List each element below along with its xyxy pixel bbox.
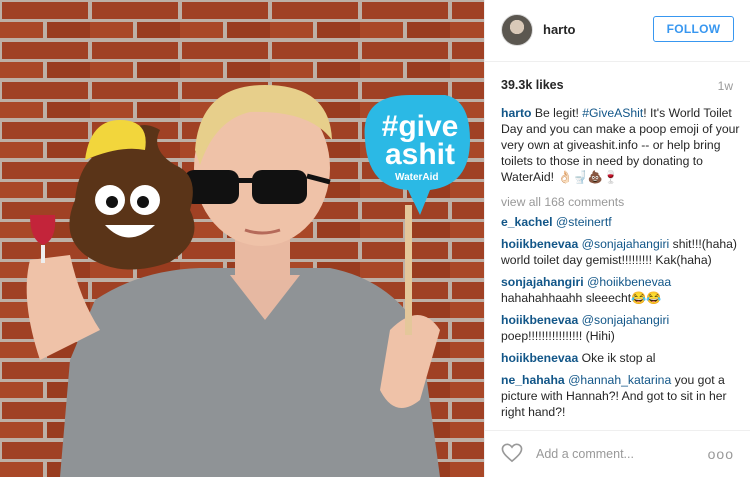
comment-text: poep!!!!!!!!!!!!!!!! (Hihi)	[501, 329, 615, 343]
post-time[interactable]: 1w	[718, 79, 733, 93]
comment-username[interactable]: e_kachel	[501, 215, 553, 229]
add-comment-input[interactable]: Add a comment...	[536, 447, 634, 461]
post-photo[interactable]: #give ashit WaterAid	[0, 0, 484, 477]
comment-username[interactable]: ne_hahaha	[501, 373, 565, 387]
comment-text: hahahahhaahh sleeecht😂😂	[501, 291, 662, 305]
comment-mention[interactable]: @sonjajahangiri	[582, 313, 670, 327]
sign-line-1: #give	[381, 110, 459, 143]
instagram-post: #give ashit WaterAid harto FOLLOW 39.3k …	[0, 0, 750, 477]
comment-row: e_kachel @steinertf	[501, 214, 741, 230]
comment-username[interactable]: hoiikbenevaa	[501, 313, 578, 327]
comment-mention[interactable]: @steinertf	[556, 215, 612, 229]
wateraid-logo: WaterAid	[395, 172, 439, 183]
comment-row: sonjajahangiri @hoiikbenevaa hahahahhaah…	[501, 274, 741, 306]
comment-mention[interactable]: @sonjajahangiri	[582, 237, 670, 251]
post-header: harto FOLLOW	[485, 0, 750, 62]
photo-illustration	[0, 0, 484, 477]
heart-icon[interactable]	[501, 443, 523, 463]
avatar-icon[interactable]	[501, 14, 533, 46]
comment-row: ne_hahaha @hannah_katarina you got a pic…	[501, 372, 741, 420]
post-sidebar: harto FOLLOW 39.3k likes 1w harto Be leg…	[484, 0, 750, 477]
sign-text: #give ashit	[369, 110, 471, 171]
view-all-comments-link[interactable]: view all 168 comments	[501, 194, 741, 210]
comment-row: hoiikbenevaa Oke ik stop al	[501, 350, 741, 366]
comments-list: harto Be legit! #GiveAShit! It's World T…	[501, 105, 741, 427]
sign-line-2: ashit	[384, 138, 456, 171]
caption: harto Be legit! #GiveAShit! It's World T…	[501, 105, 741, 185]
caption-username[interactable]: harto	[501, 106, 531, 120]
caption-text-1: Be legit!	[531, 106, 583, 120]
more-options-icon[interactable]: ooo	[708, 446, 734, 462]
comment-container: e_kachel @steinertf hoiikbenevaa @sonjaja…	[501, 214, 741, 427]
post-footer: Add a comment... ooo	[485, 430, 750, 477]
comment-text: Oke ik stop al	[578, 351, 656, 365]
author-username[interactable]: harto	[543, 22, 576, 37]
comment-mention[interactable]: @hannah_katarina	[568, 373, 671, 387]
comment-username[interactable]: hoiikbenevaa	[501, 237, 578, 251]
comment-username[interactable]: sonjajahangiri	[501, 275, 584, 289]
likes-count[interactable]: 39.3k likes	[501, 78, 564, 92]
comment-row: hoiikbenevaa @sonjajahangiri poep!!!!!!!…	[501, 312, 741, 344]
comment-row: lois_the_panda @aatlantaa	[501, 426, 741, 427]
caption-hashtag[interactable]: #GiveAShit	[582, 106, 643, 120]
comment-username[interactable]: hoiikbenevaa	[501, 351, 578, 365]
comment-row: hoiikbenevaa @sonjajahangiri shit!!!(hah…	[501, 236, 741, 268]
follow-button[interactable]: FOLLOW	[653, 16, 734, 42]
comment-mention[interactable]: @hoiikbenevaa	[587, 275, 671, 289]
